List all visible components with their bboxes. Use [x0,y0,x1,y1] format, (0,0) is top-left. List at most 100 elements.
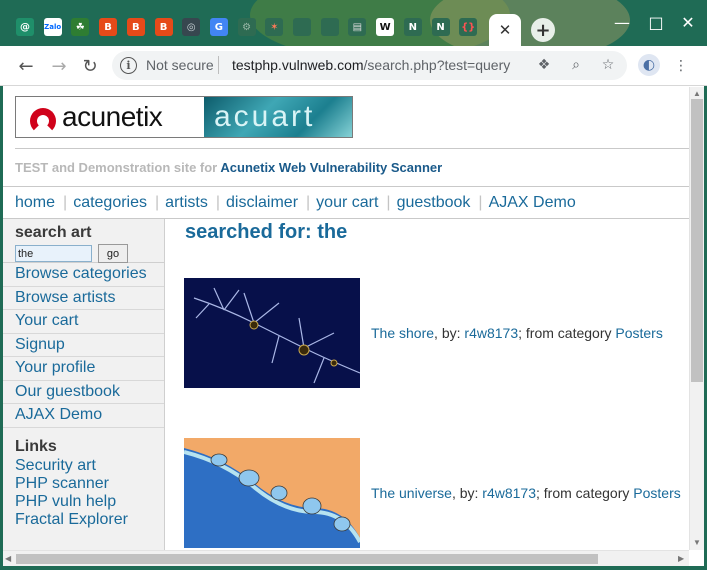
notion-icon: N [403,18,422,36]
browser-tab[interactable]: N [430,16,452,38]
zalo-icon: Zalo [43,18,62,36]
active-tab[interactable]: ✕ [489,14,521,46]
menu-kebab-icon[interactable]: ⋮ [671,56,691,76]
profile-avatar-icon[interactable]: ◐ [638,54,660,76]
site-logo[interactable]: acunetix acuart [15,96,353,138]
nav-separator: | [155,193,160,211]
sidebar-item-your-profile[interactable]: Your profile [3,357,164,381]
search-box: search art go [3,219,164,263]
result-title-link[interactable]: The universe [371,485,452,501]
result-item: The universe, by: r4w8173; from category… [184,438,689,548]
browser-tab[interactable]: Zalo [42,16,64,38]
nav-item-categories[interactable]: categories [73,194,147,212]
link-security-art[interactable]: Security art [15,457,164,475]
info-icon[interactable]: i [120,57,137,74]
scroll-left-icon[interactable]: ◀ [5,554,11,563]
new-tab-button[interactable]: + [531,18,555,42]
scroll-right-icon[interactable]: ▶ [678,554,684,563]
result-item: The shore, by: r4w8173; from category Po… [184,278,689,388]
result-thumbnail[interactable] [184,438,360,548]
tagline-prefix: TEST and Demonstration site for [15,160,218,175]
browser-tab[interactable]: N [402,16,424,38]
sidebar-item-browse-artists[interactable]: Browse artists [3,287,164,310]
blank-tab-icon [320,18,339,36]
result-thumbnail[interactable] [184,278,360,388]
google-translate-icon: G [209,18,228,36]
url-path: /search.php?test=query [363,57,511,73]
browser-tab[interactable]: G [208,16,230,38]
nav-item-ajax-demo[interactable]: AJAX Demo [489,194,576,212]
document-icon: ▤ [348,18,367,36]
nav-separator: | [63,193,68,211]
result-category-link[interactable]: Posters [615,325,662,341]
result-artist-link[interactable]: r4w8173 [482,485,536,501]
burp-icon: B [99,18,118,36]
browser-toolbar: ← → ↻ i Not secure testphp.vulnweb.com/s… [0,46,707,86]
search-input[interactable] [15,245,92,262]
bookmark-star-icon[interactable]: ☆ [598,55,618,75]
vertical-scrollbar[interactable]: ▲ ▼ [689,87,704,550]
link-php-vuln-help[interactable]: PHP vuln help [15,493,164,511]
browser-tab[interactable]: B [153,16,175,38]
sidebar-item-our-guestbook[interactable]: Our guestbook [3,381,164,404]
address-bar[interactable]: i Not secure testphp.vulnweb.com/search.… [112,51,627,80]
search-go-button[interactable]: go [98,244,128,263]
burp-icon: B [154,18,173,36]
nav-item-your-cart[interactable]: your cart [316,194,378,212]
tagline-link[interactable]: Acunetix Web Vulnerability Scanner [220,160,442,175]
maximize-icon[interactable]: □ [646,12,666,32]
wikipedia-icon: W [376,18,395,36]
url-host: testphp.vulnweb.com [232,57,364,73]
browser-tab[interactable] [291,16,313,38]
reload-icon[interactable]: ↻ [78,54,102,78]
sidebar-item-signup[interactable]: Signup [3,334,164,357]
result-artist-link[interactable]: r4w8173 [464,325,518,341]
browser-tab[interactable]: ▤ [346,16,368,38]
url-text[interactable]: testphp.vulnweb.com/search.php?test=quer… [232,57,510,73]
browser-tab[interactable]: @ [14,16,36,38]
results-title: searched for: the [185,221,348,243]
leaf-icon: ☘ [71,18,90,36]
result-caption: The universe, by: r4w8173; from category… [371,485,681,501]
security-label[interactable]: Not secure [146,57,214,73]
link-fractal-explorer[interactable]: Fractal Explorer [15,511,164,529]
nav-item-disclaimer[interactable]: disclaimer [226,194,298,212]
forward-icon[interactable]: → [47,54,71,78]
vertical-scroll-thumb[interactable] [691,99,703,382]
result-category-link[interactable]: Posters [633,485,680,501]
browser-tab[interactable]: W [374,16,396,38]
browser-tab[interactable]: B [125,16,147,38]
hubspot-icon: ✶ [265,18,284,36]
browser-tab[interactable]: B [97,16,119,38]
back-icon[interactable]: ← [14,54,38,78]
sidebar-item-your-cart[interactable]: Your cart [3,310,164,334]
browser-tab[interactable]: {} [457,16,479,38]
scroll-down-icon[interactable]: ▼ [693,538,701,547]
minimize-icon[interactable]: — [612,12,632,32]
browser-tab[interactable]: ☘ [69,16,91,38]
link-php-scanner[interactable]: PHP scanner [15,475,164,493]
sidebar-item-browse-categories[interactable]: Browse categories [3,263,164,287]
horizontal-scrollbar[interactable]: ◀ ▶ [3,550,689,566]
extension-icon[interactable]: ❖ [534,55,554,75]
acunetix-mark-icon [30,108,56,134]
scroll-up-icon[interactable]: ▲ [693,89,701,98]
close-icon[interactable]: ✕ [499,21,512,39]
nav-item-artists[interactable]: artists [165,194,208,212]
burp-icon: B [126,18,145,36]
result-by-label: , by: [451,485,479,501]
nav-item-guestbook[interactable]: guestbook [397,194,471,212]
browser-tab[interactable]: ⚙ [236,16,258,38]
browser-tab[interactable]: ◎ [180,16,202,38]
nav-separator: | [215,193,220,211]
result-title-link[interactable]: The shore [371,325,434,341]
browser-tab[interactable]: ✶ [263,16,285,38]
nav-separator: | [386,193,391,211]
zoom-icon[interactable]: ⌕ [566,55,586,75]
search-heading: search art [15,224,92,241]
close-window-icon[interactable]: ✕ [678,12,698,32]
sidebar-item-ajax-demo[interactable]: AJAX Demo [3,404,164,428]
horizontal-scroll-thumb[interactable] [16,554,598,564]
browser-tab[interactable] [319,16,341,38]
nav-item-home[interactable]: home [15,194,55,212]
